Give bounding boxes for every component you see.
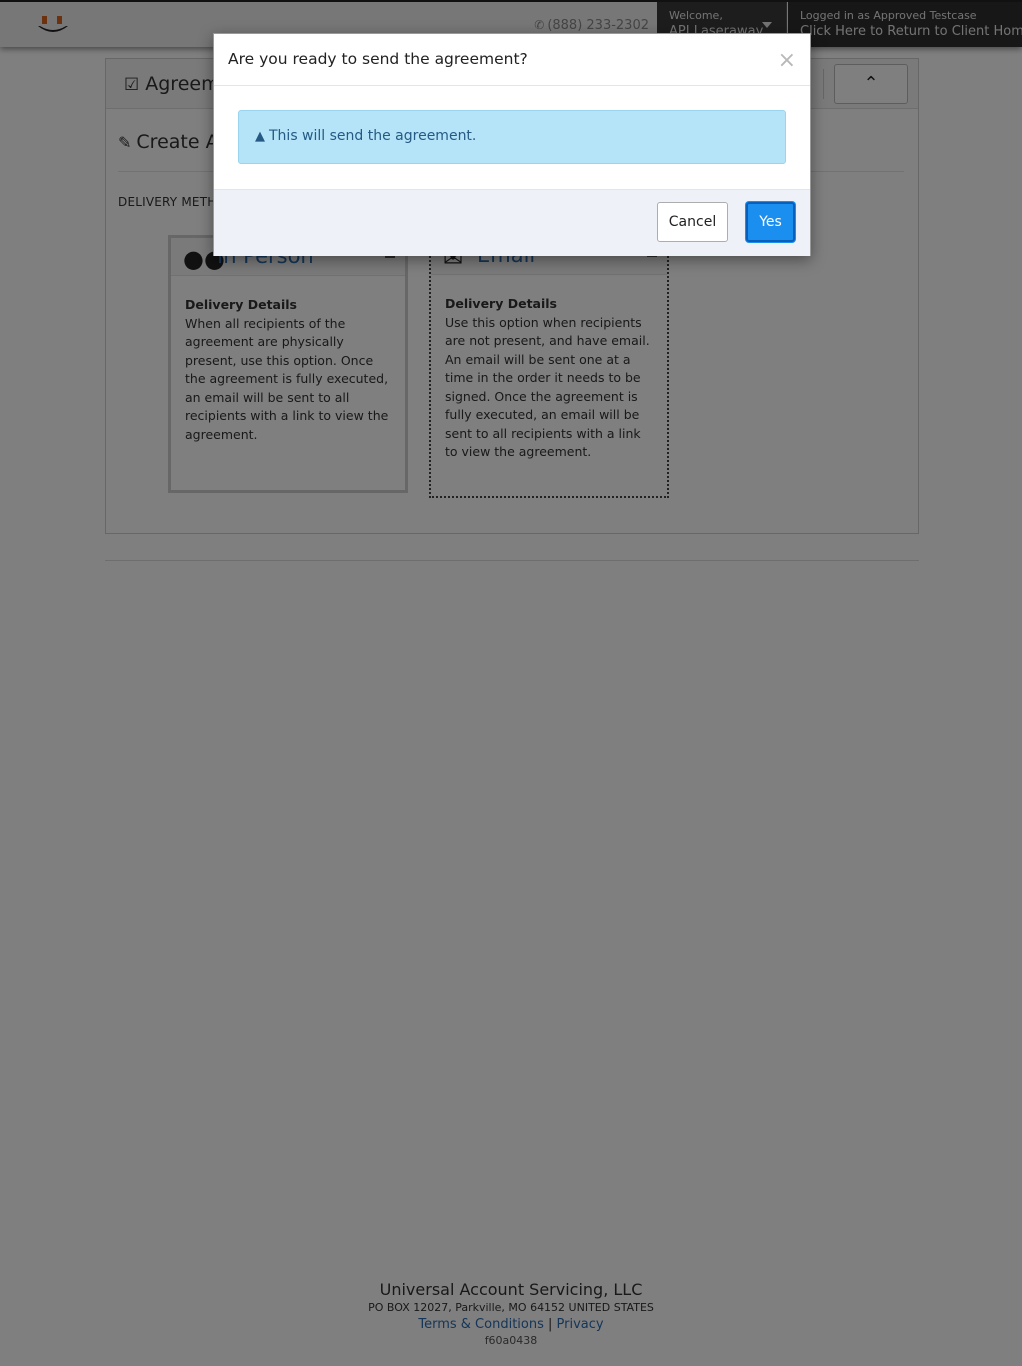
yes-button[interactable]: Yes [746, 202, 795, 242]
modal-footer: Cancel Yes [214, 189, 810, 256]
confirm-send-modal: Are you ready to send the agreement? × ▲… [213, 33, 811, 256]
modal-title: Are you ready to send the agreement? [228, 50, 528, 68]
close-icon[interactable]: × [778, 50, 796, 72]
warning-icon: ▲ [255, 129, 265, 144]
cancel-button[interactable]: Cancel [657, 202, 728, 242]
alert-text: This will send the agreement. [269, 128, 477, 144]
modal-body: ▲ This will send the agreement. [214, 86, 810, 189]
modal-header: Are you ready to send the agreement? × [214, 34, 810, 86]
info-alert: ▲ This will send the agreement. [238, 110, 786, 164]
